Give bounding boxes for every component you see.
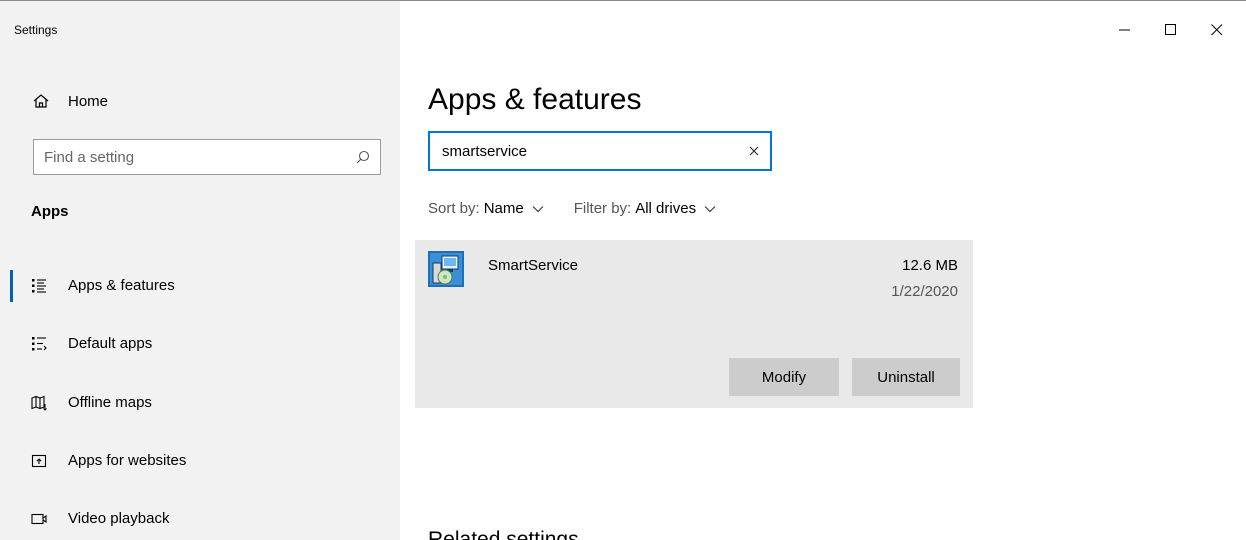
sidebar-item-apps-for-websites[interactable]: Apps for websites [0, 441, 400, 481]
clear-search-button[interactable] [746, 143, 762, 159]
filter-by-dropdown[interactable]: Filter by: All drives [574, 200, 716, 217]
video-playback-icon [31, 511, 47, 527]
app-list-item[interactable]: SmartService 12.6 MB 1/22/2020 Modify Un… [415, 240, 973, 408]
sidebar-item-video-playback[interactable]: Video playback [0, 499, 400, 539]
sidebar-item-default-apps[interactable]: Default apps [0, 324, 400, 364]
app-install-date: 1/22/2020 [891, 283, 958, 300]
find-setting-box [33, 139, 381, 175]
sort-by-value: Name [483, 200, 524, 217]
search-icon[interactable] [356, 150, 370, 164]
filter-by-value: All drives [635, 200, 697, 217]
settings-window: Settings Home Apps [0, 0, 1246, 540]
close-icon [1211, 24, 1223, 36]
chevron-down-icon [704, 205, 716, 212]
related-settings-heading: Related settings [428, 528, 579, 540]
offline-maps-icon [31, 395, 47, 411]
app-search-box [428, 131, 772, 171]
sidebar-item-label: Offline maps [68, 394, 152, 411]
sort-by-label: Sort by: [428, 200, 480, 217]
home-icon [32, 92, 50, 110]
sidebar-item-home[interactable]: Home [0, 85, 400, 119]
maximize-icon [1165, 24, 1176, 35]
sidebar-item-label: Apps & features [68, 277, 175, 294]
main-content: Apps & features Sort by: Name Filter by: [400, 1, 1246, 540]
app-name: SmartService [488, 257, 579, 274]
modify-button[interactable]: Modify [729, 358, 839, 396]
uninstall-button[interactable]: Uninstall [852, 358, 960, 396]
minimize-icon [1119, 29, 1130, 31]
chevron-down-icon [532, 205, 544, 212]
maximize-button[interactable] [1148, 15, 1194, 45]
sidebar-item-label: Home [68, 93, 109, 110]
active-indicator [10, 270, 13, 302]
clear-icon [749, 146, 759, 156]
app-search-input[interactable] [430, 133, 730, 169]
sort-by-dropdown[interactable]: Sort by: Name [428, 200, 544, 217]
filter-by-label: Filter by: [573, 200, 632, 217]
default-apps-icon [31, 336, 47, 352]
sidebar-item-label: Apps for websites [68, 452, 187, 469]
sidebar-item-label: Video playback [68, 510, 170, 527]
window-title: Settings [14, 23, 58, 37]
apps-features-icon [31, 278, 47, 294]
installer-app-icon [428, 251, 464, 287]
find-setting-input[interactable] [34, 140, 334, 174]
apps-for-websites-icon [31, 453, 47, 469]
sidebar-item-label: Default apps [68, 335, 153, 352]
sidebar: Settings Home Apps [0, 1, 400, 540]
close-window-button[interactable] [1194, 15, 1240, 45]
minimize-button[interactable] [1102, 15, 1148, 45]
section-heading-apps: Apps [31, 203, 69, 220]
sidebar-item-apps-features[interactable]: Apps & features [0, 266, 400, 306]
sort-filter-row: Sort by: Name Filter by: All drives [428, 200, 716, 217]
app-size: 12.6 MB [902, 257, 958, 274]
sidebar-item-offline-maps[interactable]: Offline maps [0, 383, 400, 423]
page-title: Apps & features [428, 83, 642, 116]
